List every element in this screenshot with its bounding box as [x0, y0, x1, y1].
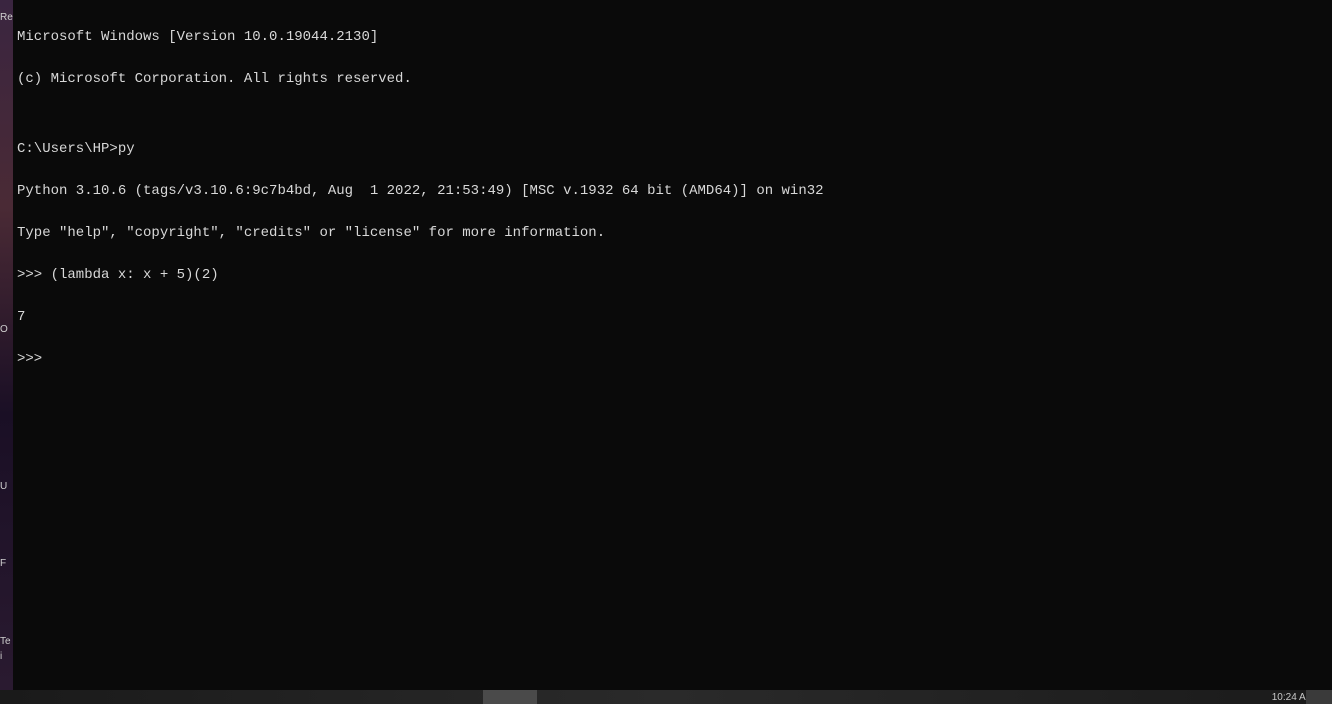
- terminal-cursor: [51, 353, 59, 367]
- desktop-icon-fragment: F: [0, 558, 6, 569]
- desktop-left-edge: Re O U F Te i: [0, 0, 14, 690]
- desktop-icon-fragment: i: [0, 651, 2, 662]
- terminal-line-python-version: Python 3.10.6 (tags/v3.10.6:9c7b4bd, Aug…: [17, 184, 1328, 198]
- desktop-icon-fragment: Re: [0, 12, 13, 23]
- terminal-line-version: Microsoft Windows [Version 10.0.19044.21…: [17, 30, 1328, 44]
- taskbar[interactable]: 10:24 AM: [0, 690, 1332, 704]
- terminal-line-repl-prompt[interactable]: >>>: [17, 352, 1328, 367]
- terminal-window[interactable]: Microsoft Windows [Version 10.0.19044.21…: [13, 0, 1332, 690]
- desktop-icon-fragment: U: [0, 481, 7, 492]
- terminal-line-prompt-cmd: C:\Users\HP>py: [17, 142, 1328, 156]
- desktop-icon-fragment: Te: [0, 636, 11, 647]
- terminal-line-repl-input: >>> (lambda x: x + 5)(2): [17, 268, 1328, 282]
- taskbar-active-app[interactable]: [483, 690, 537, 704]
- terminal-line-python-help: Type "help", "copyright", "credits" or "…: [17, 226, 1328, 240]
- terminal-line-repl-output: 7: [17, 310, 1328, 324]
- taskbar-show-desktop[interactable]: [1306, 690, 1332, 704]
- desktop-icon-fragment: O: [0, 324, 8, 335]
- terminal-line-copyright: (c) Microsoft Corporation. All rights re…: [17, 72, 1328, 86]
